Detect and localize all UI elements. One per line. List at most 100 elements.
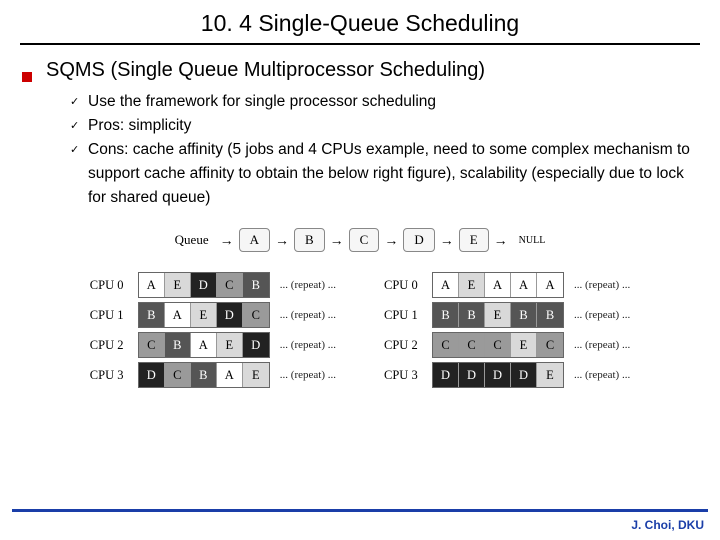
cpu-label: CPU 2 [90, 338, 138, 353]
schedule-cell: A [165, 303, 191, 327]
table-row: CPU 2CCCEC... (repeat) ... [384, 330, 630, 360]
content-area: SQMS (Single Queue Multiprocessor Schedu… [0, 59, 720, 390]
arrow-icon: → [384, 232, 398, 248]
schedule-cell: C [165, 363, 191, 387]
schedule-cell: C [139, 333, 165, 357]
footer-rule [12, 509, 708, 512]
schedule-cell: B [433, 303, 459, 327]
schedule-cell: D [485, 363, 511, 387]
table-row: CPU 3DDDDE... (repeat) ... [384, 360, 630, 390]
bullet-square-icon [22, 72, 32, 82]
schedule-cell: E [485, 303, 511, 327]
queue-null: NULL [519, 235, 546, 246]
queue-label: Queue [175, 232, 209, 248]
table-row: CPU 1BAEDC... (repeat) ... [90, 300, 336, 330]
schedule-cell: E [191, 303, 217, 327]
schedule-cell: C [537, 333, 563, 357]
schedule-cell: D [139, 363, 165, 387]
queue-node: C [349, 228, 380, 252]
cell-group: DCBAE [138, 362, 270, 388]
queue-node: E [459, 228, 489, 252]
queue-node: D [403, 228, 434, 252]
heading-row: SQMS (Single Queue Multiprocessor Schedu… [22, 59, 698, 82]
table-row: CPU 3DCBAE... (repeat) ... [90, 360, 336, 390]
schedule-cell: A [511, 273, 537, 297]
cell-group: DDDDE [432, 362, 564, 388]
bullet-text: Pros: simplicity [88, 114, 698, 138]
schedule-cell: E [459, 273, 485, 297]
schedule-cell: C [433, 333, 459, 357]
schedule-cell: B [139, 303, 165, 327]
footer-text: J. Choi, DKU [631, 518, 704, 532]
cpu-label: CPU 0 [384, 278, 432, 293]
schedule-cell: E [537, 363, 563, 387]
left-schedule-table: CPU 0AEDCB... (repeat) ...CPU 1BAEDC... … [90, 270, 336, 390]
check-icon: ✓ [70, 118, 88, 142]
cell-group: CCCEC [432, 332, 564, 358]
schedule-cell: C [217, 273, 243, 297]
schedule-cell: D [433, 363, 459, 387]
bullet-list: ✓ Use the framework for single processor… [70, 90, 698, 210]
repeat-label: ... (repeat) ... [280, 279, 336, 291]
schedule-cell: E [217, 333, 243, 357]
arrow-icon: → [440, 232, 454, 248]
schedule-cell: A [139, 273, 165, 297]
repeat-label: ... (repeat) ... [280, 339, 336, 351]
repeat-label: ... (repeat) ... [574, 279, 630, 291]
table-row: CPU 0AEAAA... (repeat) ... [384, 270, 630, 300]
schedule-cell: B [165, 333, 191, 357]
cpu-label: CPU 3 [384, 368, 432, 383]
bullet-text: Cons: cache affinity (5 jobs and 4 CPUs … [88, 138, 698, 210]
cpu-label: CPU 2 [384, 338, 432, 353]
schedule-cell: D [243, 333, 269, 357]
check-icon: ✓ [70, 142, 88, 214]
repeat-label: ... (repeat) ... [574, 369, 630, 381]
cell-group: BBEBB [432, 302, 564, 328]
heading-text: SQMS (Single Queue Multiprocessor Schedu… [46, 59, 485, 82]
schedule-cell: B [511, 303, 537, 327]
schedule-cell: A [217, 363, 243, 387]
schedule-cell: B [243, 273, 269, 297]
schedule-cell: A [433, 273, 459, 297]
right-schedule-table: CPU 0AEAAA... (repeat) ...CPU 1BBEBB... … [384, 270, 630, 390]
cpu-label: CPU 0 [90, 278, 138, 293]
arrow-icon: → [494, 232, 508, 248]
title-rule [20, 43, 700, 45]
slide-title: 10. 4 Single-Queue Scheduling [0, 0, 720, 43]
cpu-label: CPU 3 [90, 368, 138, 383]
table-row: CPU 0AEDCB ... (repeat) ... [90, 270, 336, 300]
cell-group: CBAED [138, 332, 270, 358]
schedule-cell: C [459, 333, 485, 357]
list-item: ✓ Use the framework for single processor… [70, 90, 698, 114]
schedule-cell: A [191, 333, 217, 357]
arrow-icon: → [275, 232, 289, 248]
schedule-cell: D [511, 363, 537, 387]
schedule-cell: B [459, 303, 485, 327]
schedule-cell: E [511, 333, 537, 357]
schedule-cell: D [191, 273, 217, 297]
repeat-label: ... (repeat) ... [574, 339, 630, 351]
cell-group: AEDCB [138, 272, 270, 298]
list-item: ✓ Pros: simplicity [70, 114, 698, 138]
cpu-label: CPU 1 [384, 308, 432, 323]
schedule-cell: A [537, 273, 563, 297]
schedule-cell: C [243, 303, 269, 327]
schedule-cell: C [485, 333, 511, 357]
list-item: ✓ Cons: cache affinity (5 jobs and 4 CPU… [70, 138, 698, 210]
table-row: CPU 2CBAED ... (repeat) ... [90, 330, 336, 360]
repeat-label: ... (repeat) ... [280, 309, 336, 321]
schedule-cell: E [165, 273, 191, 297]
table-row: CPU 1BBEBB ... (repeat) ... [384, 300, 630, 330]
schedule-tables: CPU 0AEDCB... (repeat) ...CPU 1BAEDC... … [22, 270, 698, 390]
bullet-text: Use the framework for single processor s… [88, 90, 698, 114]
schedule-cell: A [485, 273, 511, 297]
cell-group: AEAAA [432, 272, 564, 298]
queue-diagram: Queue → A → B → C → D → E → NULL [22, 228, 698, 252]
queue-node: B [294, 228, 325, 252]
queue-node: A [239, 228, 270, 252]
repeat-label: ... (repeat) ... [574, 309, 630, 321]
cell-group: BAEDC [138, 302, 270, 328]
schedule-cell: D [217, 303, 243, 327]
schedule-cell: D [459, 363, 485, 387]
arrow-icon: → [330, 232, 344, 248]
